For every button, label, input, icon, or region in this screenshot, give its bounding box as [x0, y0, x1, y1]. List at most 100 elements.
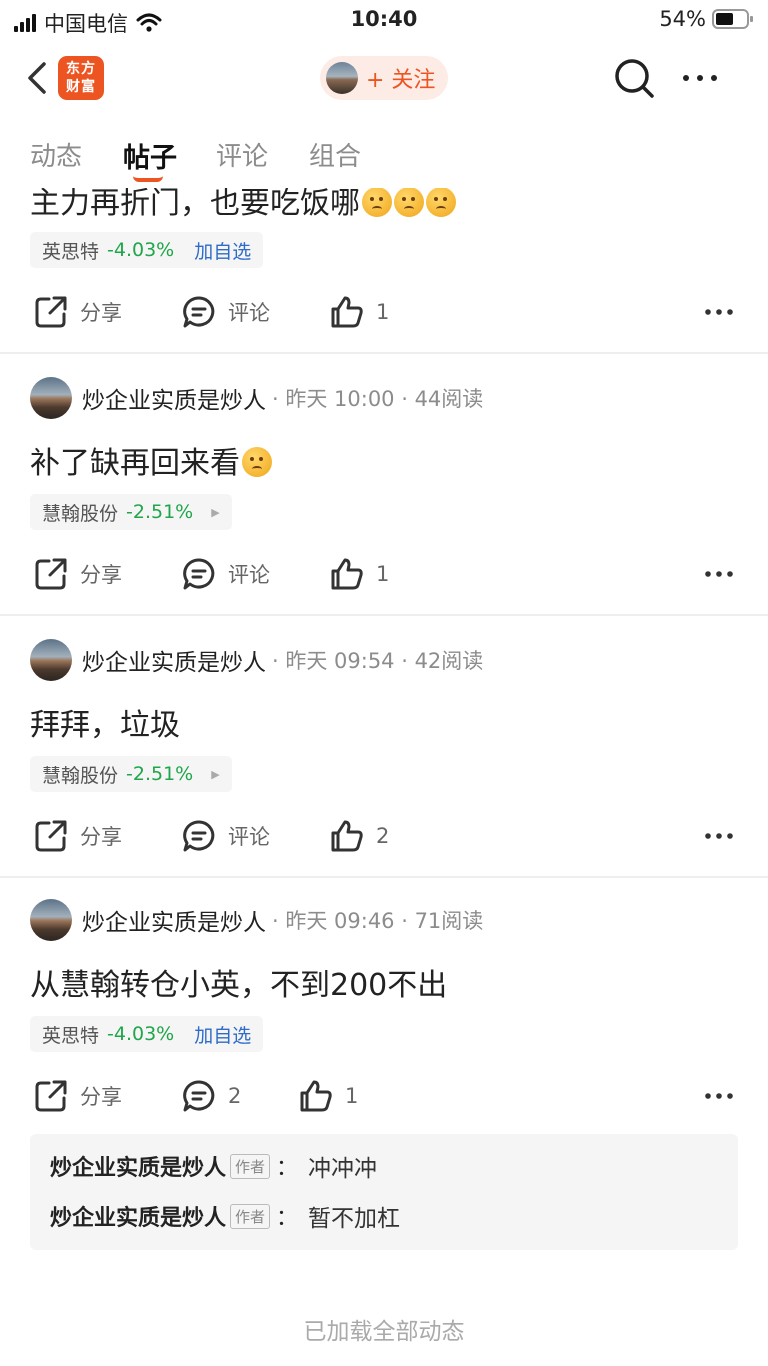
feed-end-message: 已加载全部动态 — [303, 1319, 465, 1345]
like-count: 1 — [376, 562, 390, 586]
more-options-icon[interactable] — [704, 300, 734, 324]
author-name[interactable]: 炒企业实质是炒人 — [82, 381, 266, 415]
post-text[interactable]: 从慧翰转仓小英，不到200不出 — [30, 960, 447, 1004]
comment-icon — [183, 1080, 215, 1112]
share-icon — [35, 558, 67, 590]
like-count: 1 — [376, 300, 390, 324]
comment-button[interactable]: 评论 — [182, 814, 270, 858]
logo-line-2: 财富 — [66, 79, 96, 95]
like-button[interactable]: 1 — [330, 290, 389, 334]
more-icon[interactable] — [680, 64, 720, 92]
post-text[interactable]: 拜拜，垃圾 — [30, 700, 180, 744]
comment-count: 2 — [228, 1084, 242, 1108]
comment-icon — [183, 296, 215, 328]
post-text[interactable]: 补了缺再回来看 — [30, 438, 272, 482]
stock-tag[interactable]: 慧翰股份 -2.51% ▶ — [30, 756, 232, 792]
post-card: 主力再折门，也要吃饭哪 英思特 -4.03% 加自选 分享 评论 1 — [0, 186, 768, 354]
share-button[interactable]: 分享 — [34, 552, 122, 596]
author-name[interactable]: 炒企业实质是炒人 — [82, 643, 266, 677]
play-arrow-icon: ▶ — [211, 767, 220, 781]
comment-button[interactable]: 评论 — [182, 290, 270, 334]
follow-button[interactable]: + 关注 — [320, 56, 448, 100]
share-button[interactable]: 分享 — [34, 290, 122, 334]
avatar[interactable] — [30, 377, 72, 419]
more-options-icon[interactable] — [704, 824, 734, 848]
stock-name: 英思特 — [42, 240, 100, 263]
post-text[interactable]: 主力再折门，也要吃饭哪 — [30, 186, 456, 222]
follow-label: + 关注 — [366, 68, 436, 93]
search-icon[interactable] — [612, 56, 656, 100]
reply-author[interactable]: 炒企业实质是炒人 — [50, 1200, 226, 1232]
post-meta: · 昨天 09:54 · 42阅读 — [272, 649, 484, 673]
profile-tabs: 动态 帖子 评论 组合 — [0, 130, 768, 184]
reply-colon: ： — [276, 1156, 299, 1181]
post-author-row[interactable]: 炒企业实质是炒人 · 昨天 10:00 · 44阅读 — [30, 376, 483, 420]
stock-name: 英思特 — [42, 1024, 100, 1047]
app-logo[interactable]: 东方 财富 — [58, 56, 104, 100]
tab-dynamic[interactable]: 动态 — [30, 136, 82, 173]
like-button[interactable]: 1 — [299, 1074, 358, 1118]
post-card: 炒企业实质是炒人 · 昨天 09:46 · 71阅读 从慧翰转仓小英，不到200… — [0, 878, 768, 1278]
tab-portfolio[interactable]: 组合 — [309, 136, 361, 173]
avatar[interactable] — [30, 639, 72, 681]
share-icon — [35, 296, 67, 328]
battery-percent: 54% — [659, 7, 706, 31]
share-label: 分享 — [80, 825, 122, 849]
reply-text: 冲冲冲 — [308, 1156, 378, 1182]
logo-line-1: 东方 — [66, 61, 96, 77]
reply-item[interactable]: 炒企业实质是炒人 作者 ： 暂不加杠 — [50, 1198, 400, 1234]
thumbs-up-icon — [331, 296, 363, 328]
share-button[interactable]: 分享 — [34, 1074, 122, 1118]
like-button[interactable]: 2 — [330, 814, 389, 858]
play-arrow-icon: ▶ — [211, 505, 220, 519]
post-actions: 分享 2 1 — [0, 1074, 768, 1118]
share-label: 分享 — [80, 301, 122, 325]
share-label: 分享 — [80, 1085, 122, 1109]
avatar[interactable] — [30, 899, 72, 941]
tab-posts[interactable]: 帖子 — [123, 136, 177, 175]
post-actions: 分享 评论 1 — [0, 552, 768, 596]
stock-tag[interactable]: 英思特 -4.03% 加自选 — [30, 232, 264, 268]
stock-change: -2.51% — [126, 763, 194, 785]
like-button[interactable]: 1 — [330, 552, 389, 596]
comment-label: 评论 — [228, 825, 270, 849]
author-badge: 作者 — [230, 1153, 271, 1179]
tab-comments[interactable]: 评论 — [216, 136, 268, 173]
comment-icon — [183, 558, 215, 590]
more-options-icon[interactable] — [704, 562, 734, 586]
comment-button[interactable]: 2 — [182, 1074, 241, 1118]
avatar — [326, 62, 358, 94]
share-button[interactable]: 分享 — [34, 814, 122, 858]
reply-text: 暂不加杠 — [308, 1206, 401, 1232]
stock-change: -2.51% — [126, 501, 194, 523]
reply-item[interactable]: 炒企业实质是炒人 作者 ： 冲冲冲 — [50, 1148, 377, 1184]
top-nav: 东方 财富 + 关注 — [0, 40, 768, 116]
like-count: 2 — [376, 824, 390, 848]
stock-tag[interactable]: 慧翰股份 -2.51% ▶ — [30, 494, 232, 530]
clock: 10:40 — [350, 7, 418, 31]
author-badge: 作者 — [230, 1203, 271, 1229]
smile-emoji-icon — [426, 188, 456, 217]
add-watchlist-button[interactable]: 加自选 — [194, 237, 251, 264]
author-name[interactable]: 炒企业实质是炒人 — [82, 903, 266, 937]
stock-change: -4.03% — [107, 1023, 175, 1045]
comment-button[interactable]: 评论 — [182, 552, 270, 596]
stock-name: 慧翰股份 — [42, 502, 119, 525]
stock-change: -4.03% — [107, 239, 175, 261]
thumbs-up-icon — [331, 820, 363, 852]
comment-label: 评论 — [228, 563, 270, 587]
reply-list[interactable]: 炒企业实质是炒人 作者 ： 冲冲冲 炒企业实质是炒人 作者 ： 暂不加杠 — [30, 1134, 738, 1250]
reply-author[interactable]: 炒企业实质是炒人 — [50, 1150, 226, 1182]
stock-name: 慧翰股份 — [42, 764, 119, 787]
status-bar: 中国电信 10:40 54% — [0, 0, 768, 40]
add-watchlist-button[interactable]: 加自选 — [194, 1021, 251, 1048]
post-author-row[interactable]: 炒企业实质是炒人 · 昨天 09:54 · 42阅读 — [30, 638, 483, 682]
more-options-icon[interactable] — [704, 1084, 734, 1108]
stock-tag[interactable]: 英思特 -4.03% 加自选 — [30, 1016, 264, 1052]
back-arrow-icon[interactable] — [22, 56, 54, 100]
reply-colon: ： — [276, 1206, 299, 1231]
post-card: 炒企业实质是炒人 · 昨天 10:00 · 44阅读 补了缺再回来看 慧翰股份 … — [0, 354, 768, 614]
post-author-row[interactable]: 炒企业实质是炒人 · 昨天 09:46 · 71阅读 — [30, 898, 483, 942]
comment-label: 评论 — [228, 301, 270, 325]
post-text-content: 主力再折门，也要吃饭哪 — [30, 186, 360, 221]
